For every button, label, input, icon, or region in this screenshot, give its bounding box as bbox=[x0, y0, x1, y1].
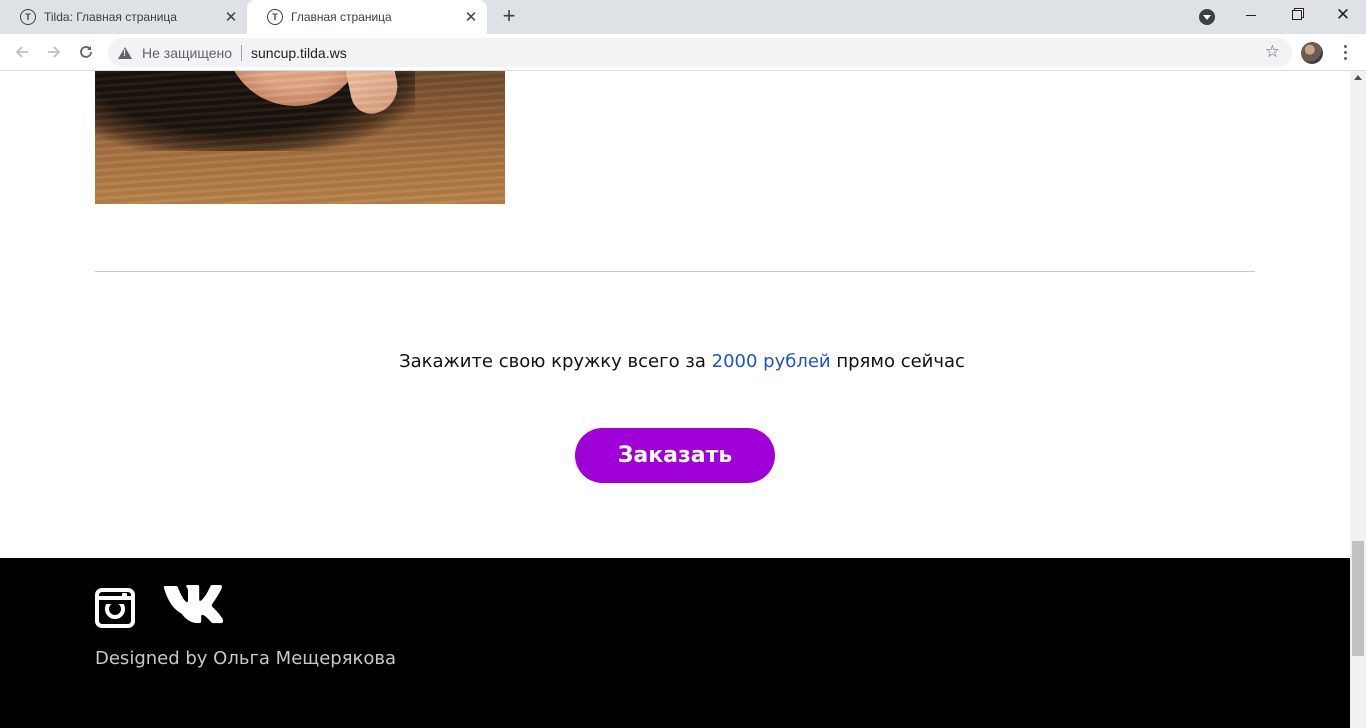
tab-title: Tilda: Главная страница bbox=[44, 10, 177, 24]
minimize-button[interactable] bbox=[1228, 0, 1274, 30]
new-tab-button[interactable]: + bbox=[497, 5, 521, 29]
restore-icon bbox=[1292, 10, 1302, 20]
address-bar[interactable]: Не защищено suncup.tilda.ws ☆ bbox=[108, 38, 1292, 67]
tab-strip: T Tilda: Главная страница ✕ T Главная ст… bbox=[0, 0, 1366, 34]
vertical-scrollbar[interactable] bbox=[1350, 71, 1366, 728]
tab-tilda-main[interactable]: T Tilda: Главная страница ✕ bbox=[0, 0, 247, 34]
close-tab-icon[interactable]: ✕ bbox=[461, 7, 481, 27]
arrow-right-icon bbox=[48, 46, 61, 58]
order-button[interactable]: Заказать bbox=[575, 428, 775, 483]
tab-search-icon[interactable] bbox=[1199, 9, 1215, 25]
footer: Designed by Ольга Мещерякова bbox=[0, 558, 1350, 728]
page-viewport: Закажите свою кружку всего за 2000 рубле… bbox=[0, 71, 1350, 728]
security-label[interactable]: Не защищено bbox=[142, 45, 232, 61]
tab-main-page[interactable]: T Главная страница ✕ bbox=[247, 0, 487, 34]
scroll-up-icon[interactable] bbox=[1354, 75, 1362, 80]
restore-button[interactable] bbox=[1274, 0, 1320, 30]
tab-title: Главная страница bbox=[291, 10, 392, 24]
instagram-icon[interactable] bbox=[95, 588, 135, 628]
profile-avatar[interactable] bbox=[1301, 42, 1323, 64]
browser-menu-icon[interactable] bbox=[1335, 41, 1355, 63]
offer-suffix: прямо сейчас bbox=[830, 351, 965, 372]
scroll-thumb[interactable] bbox=[1352, 541, 1364, 656]
designed-by-text: Designed by Ольга Мещерякова bbox=[95, 648, 397, 669]
url-text[interactable]: suncup.tilda.ws bbox=[251, 45, 347, 61]
reload-icon bbox=[80, 46, 92, 58]
back-button[interactable] bbox=[10, 40, 34, 64]
close-window-button[interactable]: ✕ bbox=[1320, 0, 1366, 30]
offer-text: Закажите свою кружку всего за 2000 рубле… bbox=[0, 351, 1350, 372]
arrow-left-icon bbox=[15, 46, 28, 58]
forward-button[interactable] bbox=[42, 40, 66, 64]
close-tab-icon[interactable]: ✕ bbox=[221, 7, 241, 27]
bookmark-star-icon[interactable]: ☆ bbox=[1265, 42, 1280, 62]
section-divider bbox=[95, 271, 1255, 272]
vk-icon[interactable] bbox=[163, 582, 223, 626]
tilda-favicon-icon: T bbox=[267, 9, 283, 25]
tilda-favicon-icon: T bbox=[20, 9, 36, 25]
mug-photo bbox=[95, 71, 505, 204]
browser-toolbar: Не защищено suncup.tilda.ws ☆ bbox=[0, 34, 1366, 71]
offer-prefix: Закажите свою кружку всего за bbox=[399, 351, 712, 372]
warning-icon[interactable] bbox=[118, 46, 132, 59]
divider bbox=[241, 44, 242, 61]
reload-button[interactable] bbox=[74, 40, 98, 64]
price-link[interactable]: 2000 рублей bbox=[712, 351, 831, 372]
minimize-icon bbox=[1246, 14, 1256, 16]
